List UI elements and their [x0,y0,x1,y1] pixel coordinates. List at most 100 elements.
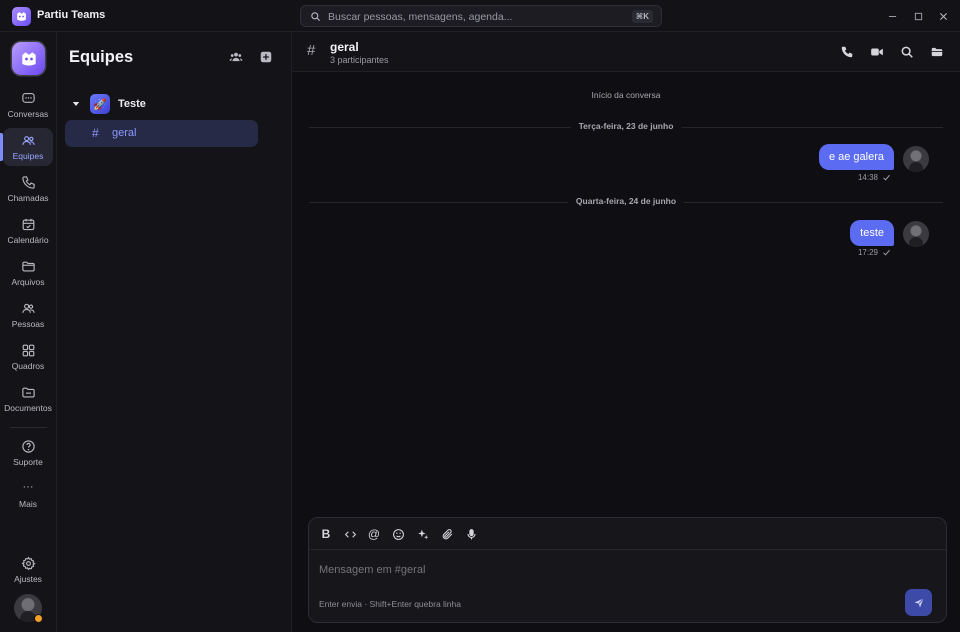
maximize-button[interactable] [911,9,925,23]
paperclip-icon [441,528,454,541]
title-bar: Partiu Teams Buscar pessoas, mensagens, … [0,0,960,32]
people-icon [21,301,36,316]
rail-item-label: Chamadas [7,193,49,203]
code-button[interactable] [343,527,357,541]
day-separator: Quarta-feira, 24 de junho [309,196,943,208]
check-icon [882,173,891,182]
rail-item-calendario[interactable]: Calendário [3,212,53,250]
message-bubble[interactable]: teste [850,220,894,246]
smiley-icon [392,528,405,541]
message-time: 17:29 [857,248,878,257]
rail-item-label: Arquivos [11,277,45,287]
chat-panel: # geral 3 participantes Início da conver… [292,32,960,632]
chat-icon [21,91,36,106]
composer-hint: Enter envia · Shift+Enter quebra linha [319,599,461,609]
search-messages-button[interactable] [899,44,915,60]
message-meta: 14:38 [858,173,891,182]
message-input[interactable] [319,562,879,578]
participant-count: 3 participantes [330,55,389,65]
bold-button[interactable]: B [319,527,333,541]
rail-item-label: Mais [19,499,37,509]
plus-square-icon [259,50,273,64]
rail-item-equipes[interactable]: Equipes [0,128,53,166]
document-folder-icon [21,385,36,400]
rail-item-chamadas[interactable]: Chamadas [3,170,53,208]
channel-name: geral [112,127,137,139]
rail-item-label: Pessoas [11,319,45,329]
hash-icon: # [92,126,99,140]
send-button[interactable] [905,589,932,616]
microphone-icon [465,528,478,541]
search-icon [310,11,321,22]
navigation-rail: Conversas Equipes Chamadas Calendário Ar… [0,32,57,632]
app-logo-icon[interactable] [12,42,45,75]
rail-item-pessoas[interactable]: Pessoas [3,296,53,334]
search-shortcut-badge: ⌘K [631,10,653,23]
add-team-button[interactable] [258,49,274,65]
message-meta: 17:29 [858,248,891,257]
rail-item-conversas[interactable]: Conversas [3,86,53,124]
rail-item-label: Ajustes [14,574,42,584]
folder-icon [21,259,36,274]
day-separator: Terça-feira, 23 de junho [309,121,943,133]
send-icon [913,597,925,609]
message-avatar[interactable] [903,221,929,247]
hash-icon: # [307,42,316,59]
status-badge [34,614,43,623]
channel-files-button[interactable] [929,44,945,60]
ai-sparkle-button[interactable] [416,527,430,541]
video-camera-icon [870,45,884,59]
phone-icon [840,45,854,59]
team-icon [21,133,36,148]
mention-button[interactable]: @ [367,527,381,541]
day-separator-label: Quarta-feira, 24 de junho [567,196,685,206]
phone-icon [21,175,36,190]
voice-message-button[interactable] [464,527,478,541]
rail-item-label: Conversas [7,109,49,119]
more-icon: ··· [22,481,34,493]
channel-header: # geral 3 participantes [292,32,960,72]
team-avatar: 🚀 [90,94,110,114]
channel-item-geral[interactable]: # geral [65,120,258,147]
people-icon [229,50,243,64]
bold-icon: B [321,527,331,541]
message-time: 14:38 [857,173,878,182]
caret-down-icon[interactable] [72,100,80,108]
rail-item-ajustes[interactable]: Ajustes [3,551,53,589]
composer-toolbar: B @ [309,518,946,550]
search-input[interactable]: Buscar pessoas, mensagens, agenda... [328,11,512,23]
message-bubble[interactable]: e ae galera [818,144,894,170]
day-separator-label: Terça-feira, 23 de junho [570,121,682,131]
close-button[interactable] [936,9,950,23]
global-search[interactable]: Buscar pessoas, mensagens, agenda... ⌘K [300,5,662,27]
team-members-button[interactable] [228,49,244,65]
rail-item-arquivos[interactable]: Arquivos [3,254,53,292]
emoji-button[interactable] [391,527,405,541]
message-avatar[interactable] [903,146,929,172]
app-title: Partiu Teams [37,9,106,21]
rail-item-quadros[interactable]: Quadros [3,338,53,376]
voice-call-button[interactable] [839,44,855,60]
minimize-button[interactable] [885,9,899,23]
rail-divider [10,427,47,428]
video-call-button[interactable] [869,44,885,60]
conversation-start-label: Início da conversa [591,90,661,100]
rail-item-documentos[interactable]: Documentos [3,380,53,418]
teams-sidebar: Equipes 🚀 Teste # geral [57,32,292,632]
rail-item-mais[interactable]: ··· Mais [3,476,53,514]
rail-item-label: Quadros [11,361,45,371]
grid-icon [21,343,36,358]
rail-item-label: Documentos [4,403,52,413]
gear-icon [21,556,36,571]
folder-icon [930,45,944,59]
rail-item-suporte[interactable]: Suporte [3,434,53,472]
rail-item-label: Equipes [12,151,44,161]
sparkle-icon [417,528,430,541]
help-icon [21,439,36,454]
team-item[interactable]: 🚀 Teste [69,94,279,114]
rail-item-label: Calendário [7,235,49,245]
sidebar-title: Equipes [69,48,134,66]
app-logo-icon [12,7,31,26]
check-icon [882,248,891,257]
attach-button[interactable] [440,527,454,541]
